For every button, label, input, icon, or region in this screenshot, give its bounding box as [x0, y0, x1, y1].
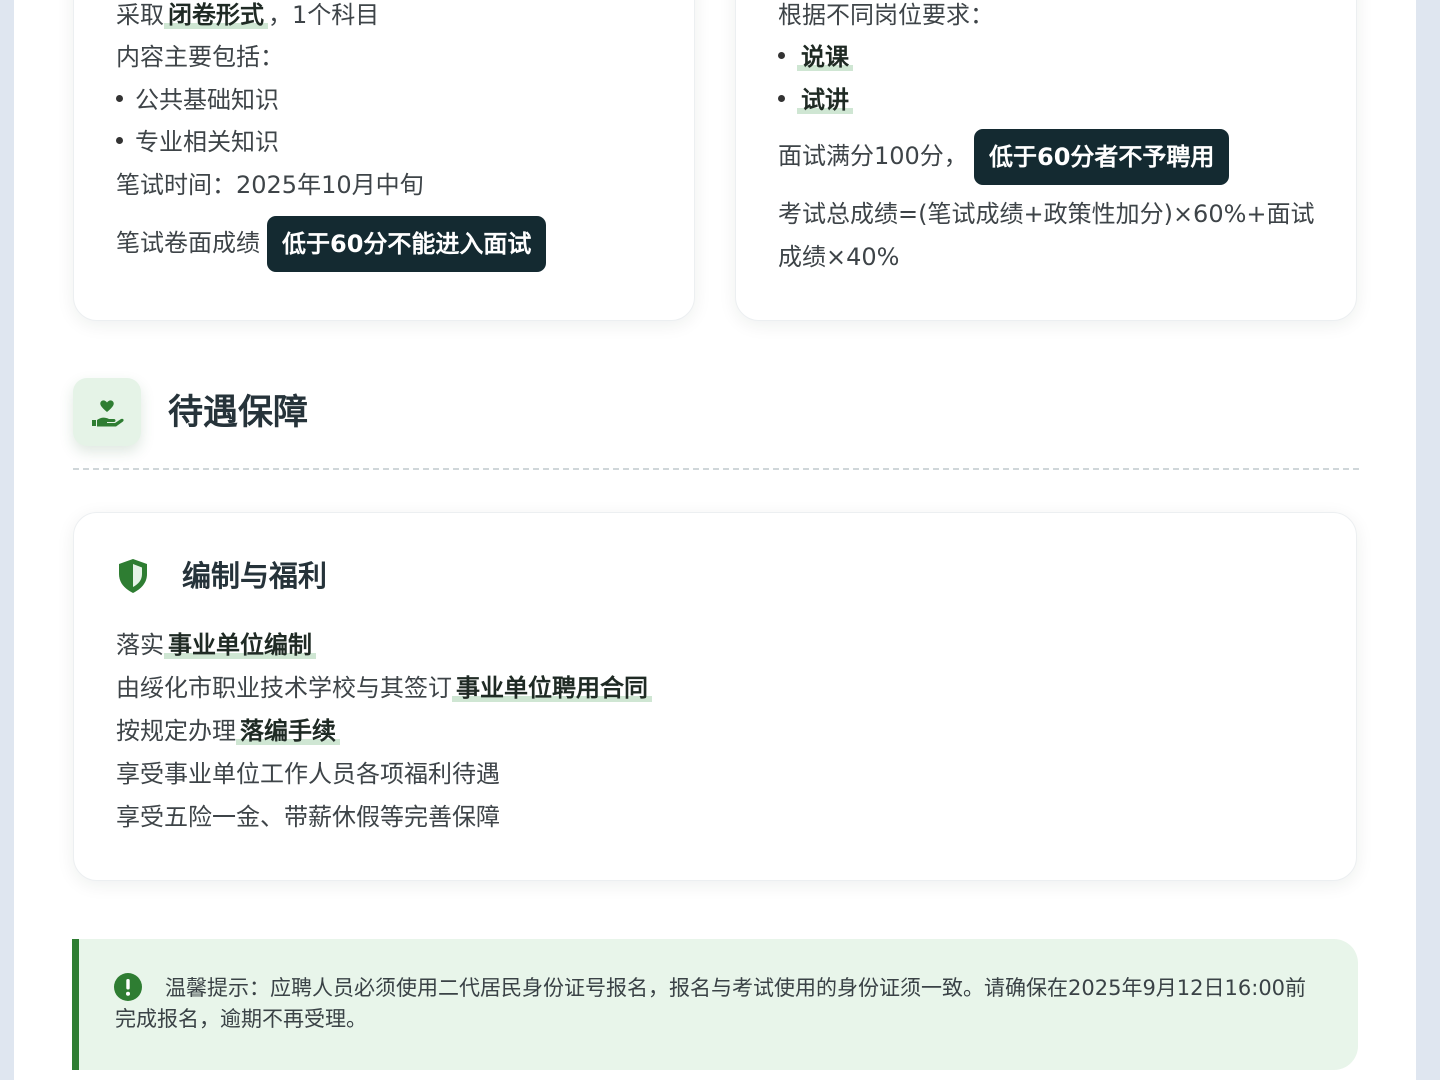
written-format-highlight: 闭卷形式 — [164, 1, 268, 29]
written-score-prefix: 笔试卷面成绩 — [116, 229, 260, 257]
benefit-line-prefix: 由绥化市职业技术学校与其签订 — [116, 674, 452, 702]
section-icon-box — [73, 378, 141, 446]
page: 采取 闭卷形式 ，1个科目 内容主要包括： 公共基础知识 专业相关知识 笔试时间：2… — [14, 0, 1416, 1080]
score-formula-line2: 成绩×40% — [778, 243, 900, 271]
benefit-line-procedure: 按规定办理 落编手续 — [116, 714, 340, 748]
section-divider — [73, 468, 1359, 470]
list-item: 说课 — [778, 40, 853, 74]
benefit-line-highlight: 事业单位聘用合同 — [452, 674, 652, 702]
benefit-line-highlight: 事业单位编制 — [164, 631, 316, 659]
notice-text: 温馨提示：应聘人员必须使用二代居民身份证号报名，报名与考试使用的身份证须一致。请… — [115, 976, 1307, 1031]
benefit-line-insurance: 享受五险一金、带薪休假等完善保障 — [116, 803, 500, 831]
written-time: 笔试时间：2025年10月中旬 — [116, 171, 424, 199]
list-item: 公共基础知识 — [116, 83, 279, 117]
benefit-line-prefix: 落实 — [116, 631, 164, 659]
hand-heart-icon — [92, 400, 124, 427]
shield-icon — [119, 559, 147, 593]
list-item-text: 试讲 — [797, 86, 853, 114]
score-formula-line1: 考试总成绩=(笔试成绩+政策性加分)×60%+面试 — [778, 200, 1315, 228]
list-item: 试讲 — [778, 83, 853, 117]
bullet-icon — [778, 51, 785, 59]
benefit-card-title: 编制与福利 — [182, 559, 328, 593]
interview-requirement-label: 根据不同岗位要求： — [778, 1, 994, 29]
interview-score-prefix: 面试满分100分， — [778, 142, 968, 170]
benefit-line-welfare: 享受事业单位工作人员各项福利待遇 — [116, 760, 500, 788]
benefit-line-highlight: 落编手续 — [236, 717, 340, 745]
interview-score-pill: 低于60分者不予聘用 — [974, 129, 1230, 185]
benefit-line-prefix: 按规定办理 — [116, 717, 236, 745]
list-item: 专业相关知识 — [116, 125, 279, 159]
benefit-line-contract: 由绥化市职业技术学校与其签订 事业单位聘用合同 — [116, 671, 652, 705]
list-item-text: 说课 — [797, 43, 853, 71]
benefit-line-establishment: 落实 事业单位编制 — [116, 628, 316, 662]
written-content-label: 内容主要包括： — [116, 43, 284, 71]
list-item-text: 专业相关知识 — [135, 128, 279, 156]
bullet-icon — [116, 94, 123, 102]
written-format-line: 采取 闭卷形式 ，1个科目 — [116, 0, 379, 32]
bullet-icon — [778, 94, 785, 102]
written-format-prefix: 采取 — [116, 1, 164, 29]
written-score-pill: 低于60分不能进入面试 — [267, 216, 547, 272]
section-title: 待遇保障 — [168, 393, 309, 433]
bullet-icon — [116, 136, 123, 144]
written-format-suffix: ，1个科目 — [268, 1, 380, 29]
list-item-text: 公共基础知识 — [135, 86, 279, 114]
